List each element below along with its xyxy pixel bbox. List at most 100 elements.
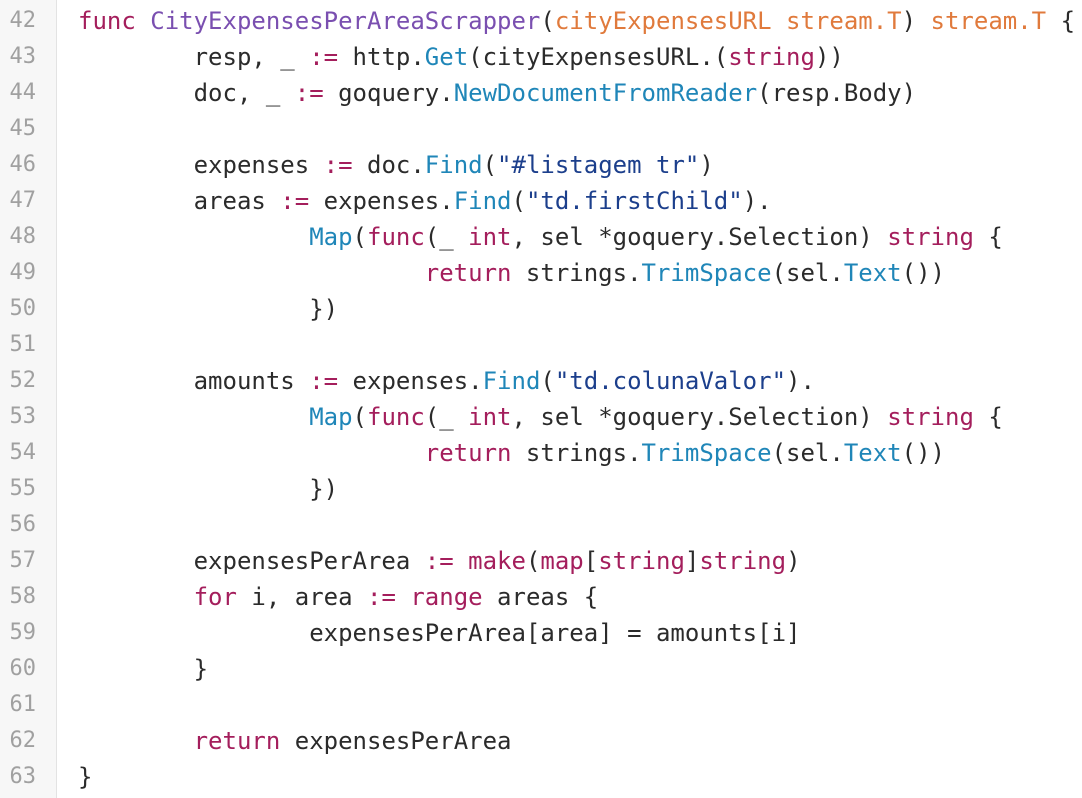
code-text-token: strings.: [511, 259, 642, 287]
code-text-token: (_: [424, 223, 469, 251]
code-text-token: }): [78, 295, 339, 323]
code-line[interactable]: 56: [0, 507, 1082, 543]
line-number: 55: [9, 476, 37, 501]
method-call-token: Text: [843, 439, 902, 467]
line-number: 59: [9, 620, 37, 645]
code-line[interactable]: 52 amounts := expenses.Find("td.colunaVa…: [0, 363, 1082, 399]
code-text-token: ): [901, 7, 931, 35]
code-text-token: expensesPerArea: [280, 727, 512, 755]
code-text-token: ]: [684, 547, 700, 575]
code-line[interactable]: 54 return strings.TrimSpace(sel.Text()): [0, 435, 1082, 471]
method-call-token: Text: [843, 259, 902, 287]
code-line[interactable]: 58 for i, area := range areas {: [0, 579, 1082, 615]
line-text: resp, _ := http.Get(cityExpensesURL.(str…: [78, 39, 844, 75]
code-line[interactable]: 43 resp, _ := http.Get(cityExpensesURL.(…: [0, 39, 1082, 75]
code-line[interactable]: 51: [0, 327, 1082, 363]
function-name-token: CityExpensesPerAreaScrapper: [150, 7, 541, 35]
code-text-token: ): [699, 151, 714, 179]
line-number: 43: [9, 44, 37, 69]
line-number: 62: [9, 728, 37, 753]
keyword-token: :=: [424, 547, 454, 575]
code-text-token: resp, _: [78, 43, 310, 71]
line-text: Map(func(_ int, sel *goquery.Selection) …: [78, 399, 1003, 435]
keyword-token: map: [540, 547, 584, 575]
method-call-token: Find: [453, 187, 512, 215]
code-text-token: http.: [338, 43, 425, 71]
code-text-token: (: [482, 151, 498, 179]
line-text: }): [78, 471, 338, 507]
code-line[interactable]: 60 }: [0, 651, 1082, 687]
line-number: 57: [9, 548, 37, 573]
code-line[interactable]: 53 Map(func(_ int, sel *goquery.Selectio…: [0, 399, 1082, 435]
code-line[interactable]: 47 areas := expenses.Find("td.firstChild…: [0, 183, 1082, 219]
code-text-token: i, area: [236, 583, 367, 611]
code-line[interactable]: 46 expenses := doc.Find("#listagem tr"): [0, 147, 1082, 183]
line-text: }: [78, 759, 92, 795]
line-number: 63: [9, 764, 37, 789]
code-text-token: amounts: [78, 367, 310, 395]
code-line[interactable]: 57 expensesPerArea := make(map[string]st…: [0, 543, 1082, 579]
code-text-token: (: [540, 7, 555, 35]
parameter-token: cityExpensesURL stream.T: [554, 7, 902, 35]
keyword-token: return: [424, 259, 512, 287]
code-line[interactable]: 48 Map(func(_ int, sel *goquery.Selectio…: [0, 219, 1082, 255]
code-text-token: (: [540, 367, 555, 395]
method-call-token: Find: [424, 151, 483, 179]
code-text-token: ): [786, 547, 801, 575]
parameter-token: stream.T: [930, 7, 1047, 35]
code-text-token: (: [352, 223, 367, 251]
line-number: 56: [9, 512, 37, 537]
code-text-token: {: [1046, 7, 1076, 35]
code-text-token: areas {: [482, 583, 599, 611]
keyword-token: string: [887, 223, 974, 251]
keyword-token: :=: [309, 43, 339, 71]
keyword-token: func: [367, 223, 425, 251]
code-area[interactable]: 42 func CityExpensesPerAreaScrapper(cityE…: [0, 3, 1082, 795]
code-text-token: expensesPerArea: [78, 547, 425, 575]
code-text-token: areas: [78, 187, 281, 215]
line-text: expensesPerArea[area] = amounts[i]: [78, 615, 800, 651]
keyword-token: func: [367, 403, 425, 431]
method-call-token: Map: [309, 403, 353, 431]
code-text-token: ).: [742, 187, 772, 215]
code-text-token: {: [973, 403, 1003, 431]
keyword-token: :=: [367, 583, 396, 611]
code-editor[interactable]: 42 func CityExpensesPerAreaScrapper(cityE…: [0, 0, 1082, 798]
code-text-token: (_: [424, 403, 469, 431]
keyword-token: :=: [323, 151, 353, 179]
code-text-token: doc, _: [78, 79, 295, 107]
code-line[interactable]: 59 expensesPerArea[area] = amounts[i]: [0, 615, 1082, 651]
line-text: }): [78, 291, 338, 327]
code-text-token: [: [583, 547, 599, 575]
code-line[interactable]: 42 func CityExpensesPerAreaScrapper(cityE…: [0, 3, 1082, 39]
code-line[interactable]: 61: [0, 687, 1082, 723]
code-text-token: ()): [901, 259, 945, 287]
code-line[interactable]: 63}: [0, 759, 1082, 795]
code-line[interactable]: 49 return strings.TrimSpace(sel.Text()): [0, 255, 1082, 291]
keyword-token: int: [468, 223, 512, 251]
line-text: areas := expenses.Find("td.firstChild").: [78, 183, 772, 219]
code-line[interactable]: 55 }): [0, 471, 1082, 507]
line-text: return strings.TrimSpace(sel.Text()): [78, 435, 945, 471]
code-line[interactable]: 45: [0, 111, 1082, 147]
code-text-token: expenses.: [338, 367, 483, 395]
code-line[interactable]: 44 doc, _ := goquery.NewDocumentFromRead…: [0, 75, 1082, 111]
code-text-token: expensesPerArea[area] = amounts[i]: [78, 619, 801, 647]
keyword-token: int: [468, 403, 512, 431]
code-text-token: }: [78, 655, 209, 683]
string-token: "#listagem tr": [497, 151, 700, 179]
code-line[interactable]: 62 return expensesPerArea: [0, 723, 1082, 759]
line-text: }: [78, 651, 208, 687]
string-token: "td.firstChild": [525, 187, 743, 215]
code-line[interactable]: 50 }): [0, 291, 1082, 327]
keyword-token: :=: [294, 79, 324, 107]
line-number: 44: [9, 80, 37, 105]
keyword-token: for: [193, 583, 237, 611]
line-number: 45: [9, 116, 37, 141]
code-text-token: , sel *goquery.Selection): [511, 223, 888, 251]
